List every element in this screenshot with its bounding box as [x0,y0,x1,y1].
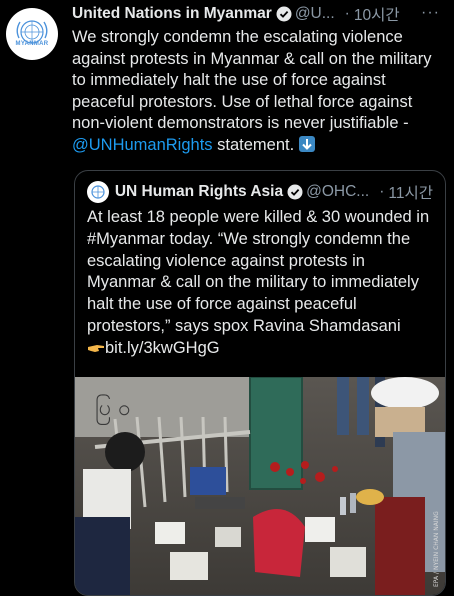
quoted-tweet-header: UN Human Rights Asia @OHC... · 11시간 [75,171,445,203]
verified-badge-icon [276,6,292,22]
separator-dot: · [379,183,385,200]
quoted-text-body: At least 18 people were killed & 30 woun… [87,208,430,335]
handle[interactable]: @U... [295,5,335,23]
quoted-display-name[interactable]: UN Human Rights Asia [115,183,283,201]
quoted-handle[interactable]: @OHC... [306,183,369,201]
down-arrow-emoji-icon [298,135,315,152]
verified-badge-icon [287,184,303,200]
news-photo[interactable]: ပြ ဝ EPA / NYEIN CHAN NAING [75,377,445,595]
un-emblem-icon [16,20,48,44]
quoted-tweet[interactable]: UN Human Rights Asia @OHC... · 11시간 At l… [74,170,446,596]
quoted-tweet-text: At least 18 people were killed & 30 woun… [75,203,445,360]
display-name[interactable]: United Nations in Myanmar [72,5,272,23]
separator-dot: · [344,5,350,22]
pointing-hand-emoji-icon [87,339,105,355]
tweet[interactable]: United Nations in Myanmar @U... · 10시간 ·… [72,0,446,156]
un-emblem-icon [91,185,105,199]
avatar-caption: MYANMAR [15,41,49,47]
tweet-text-main: We strongly condemn the escalating viole… [72,28,432,132]
timestamp[interactable]: 10시간 [354,3,400,25]
avatar[interactable]: MYANMAR [6,8,58,60]
quoted-avatar[interactable] [87,181,109,203]
wall-text: ပြ ဝ [95,394,131,425]
photo-credit: EPA / NYEIN CHAN NAING [433,511,440,587]
tweet-text-end: statement. [212,135,295,154]
more-icon[interactable]: ··· [421,4,440,22]
mention-link[interactable]: @UNHumanRights [72,136,213,154]
tweet-header: United Nations in Myanmar @U... · 10시간 [72,0,446,28]
quoted-timestamp[interactable]: 11시간 [388,181,433,203]
tweet-text: We strongly condemn the escalating viole… [72,27,446,156]
short-link[interactable]: bit.ly/3kwGHgG [105,339,220,357]
